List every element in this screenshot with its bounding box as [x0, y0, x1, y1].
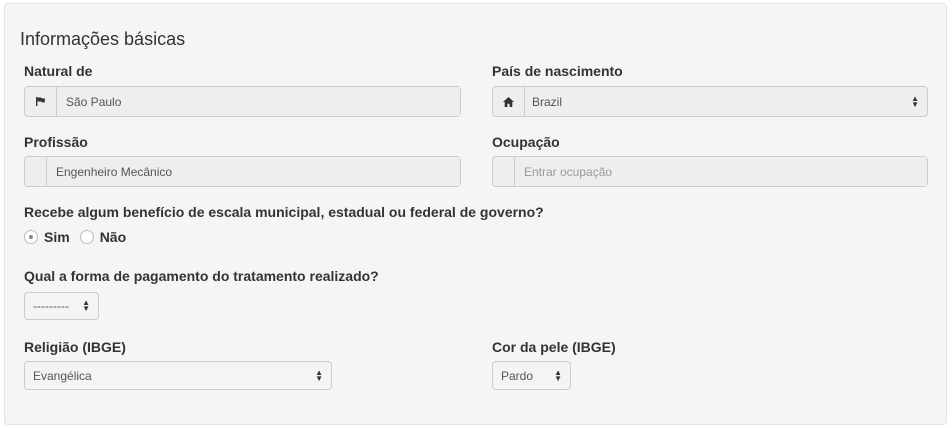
profissao-field[interactable]: Engenheiro Mecânico: [24, 156, 461, 187]
cor-pele-value: Pardo: [501, 368, 534, 383]
religiao-value: Evangélica: [33, 368, 92, 383]
radio-sim-label[interactable]: Sim: [44, 229, 70, 245]
ocupacao-field[interactable]: Entrar ocupação: [492, 156, 928, 187]
religiao-select[interactable]: Evangélica ▲ ▼: [24, 361, 332, 390]
natural-de-field[interactable]: São Paulo: [24, 86, 461, 117]
pais-nascimento-value: Brazil: [532, 94, 563, 109]
home-icon: [493, 87, 525, 116]
natural-de-label: Natural de: [24, 63, 93, 79]
pagamento-select[interactable]: --------- ▲ ▼: [24, 292, 99, 320]
flag-icon: [25, 87, 57, 116]
pagamento-value: ---------: [33, 299, 69, 313]
beneficio-question: Recebe algum benefício de escala municip…: [24, 204, 544, 220]
profissao-label: Profissão: [24, 134, 88, 150]
pais-nascimento-field[interactable]: Brazil ▲ ▼: [492, 86, 928, 117]
natural-de-input[interactable]: São Paulo: [57, 87, 460, 116]
profissao-input[interactable]: Engenheiro Mecânico: [47, 157, 460, 186]
section-title: Informações básicas: [20, 29, 186, 49]
religiao-label: Religião (IBGE): [24, 339, 126, 355]
pais-nascimento-label: País de nascimento: [492, 63, 623, 79]
pagamento-question: Qual a forma de pagamento do tratamento …: [24, 268, 379, 284]
ocupacao-input[interactable]: Entrar ocupação: [515, 157, 927, 186]
select-arrows-icon: ▲ ▼: [82, 298, 90, 313]
select-arrows-icon: ▲ ▼: [911, 93, 919, 109]
cor-pele-label: Cor da pele (IBGE): [492, 339, 616, 355]
pais-nascimento-select[interactable]: Brazil ▲ ▼: [525, 87, 927, 116]
select-arrows-icon: ▲ ▼: [315, 367, 323, 383]
beneficio-radio-group: Sim Não: [24, 229, 126, 245]
ocupacao-label: Ocupação: [492, 134, 560, 150]
radio-sim[interactable]: [24, 230, 38, 244]
radio-nao[interactable]: [79, 230, 94, 244]
select-arrows-icon: ▲ ▼: [554, 367, 562, 383]
radio-nao-label[interactable]: Não: [100, 229, 126, 245]
cor-pele-select[interactable]: Pardo ▲ ▼: [492, 361, 571, 390]
profissao-addon: [25, 157, 47, 186]
ocupacao-addon: [493, 157, 515, 186]
